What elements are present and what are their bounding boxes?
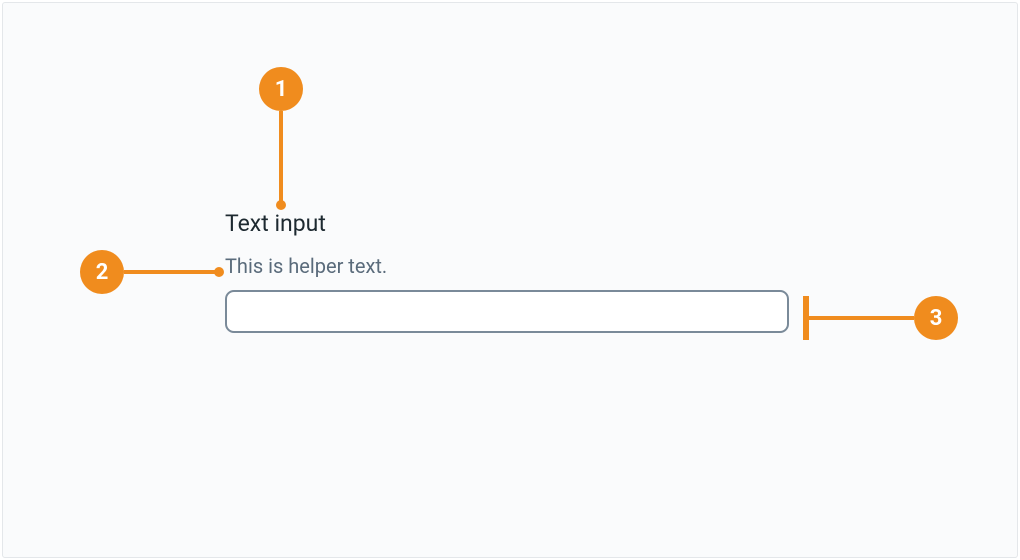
annotation-connector-1	[279, 111, 283, 203]
annotation-endpoint-1	[276, 200, 286, 210]
annotation-connector-2	[124, 270, 216, 274]
diagram-canvas: 1 2 3 Text input This is helper text.	[2, 2, 1018, 558]
annotation-number: 1	[275, 77, 288, 102]
helper-text: This is helper text.	[225, 254, 789, 278]
text-input-field-group: Text input This is helper text.	[225, 210, 789, 333]
annotation-badge-1: 1	[259, 67, 303, 111]
annotation-number: 2	[96, 260, 109, 285]
annotation-badge-2: 2	[80, 250, 124, 294]
annotation-badge-3: 3	[914, 296, 958, 340]
annotation-number: 3	[930, 306, 943, 331]
text-input[interactable]	[225, 290, 789, 333]
annotation-connector-3	[806, 316, 914, 320]
field-label: Text input	[225, 210, 789, 238]
annotation-endcap-3	[803, 296, 809, 340]
annotation-endpoint-2	[214, 267, 224, 277]
